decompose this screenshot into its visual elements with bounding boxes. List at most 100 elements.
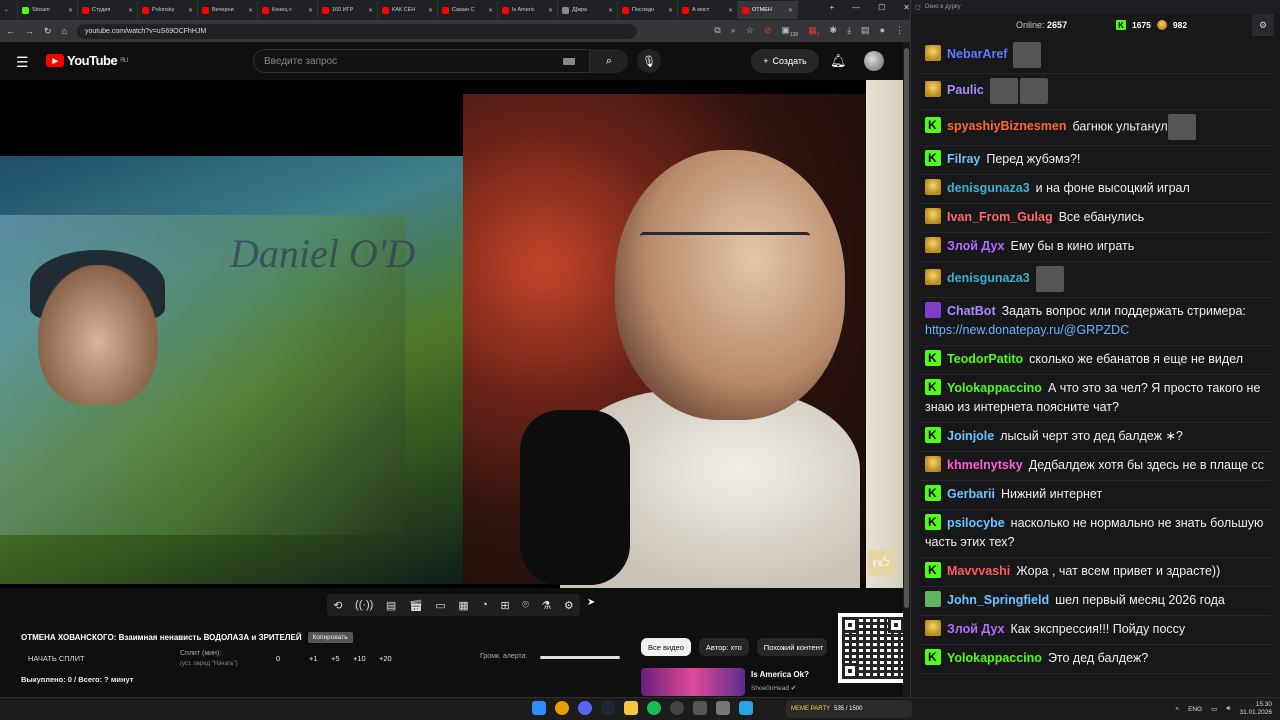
tab-close-icon[interactable]: ✕	[128, 7, 133, 14]
home-icon[interactable]: ⌂	[62, 26, 67, 36]
tab-close-icon[interactable]: ✕	[488, 7, 493, 14]
chat-username[interactable]: NebarAref	[947, 47, 1007, 61]
search-input[interactable]: Введите запрос	[253, 49, 590, 73]
close-window-button[interactable]: ✕	[903, 3, 910, 12]
browser-tab[interactable]: Конец с ✕	[258, 1, 318, 19]
browser-tab[interactable]: 160 ИГР ✕	[318, 1, 378, 19]
chat-username[interactable]: Filray	[947, 152, 980, 166]
start-split-button[interactable]: НАЧАТЬ СПЛИТ	[28, 654, 85, 663]
chrome-icon[interactable]	[555, 701, 569, 715]
chip-author[interactable]: Автор: хто	[698, 638, 749, 656]
tab-close-icon[interactable]: ✕	[308, 7, 313, 14]
extension-c-icon[interactable]: ▦0	[808, 25, 819, 38]
settings-gear-icon[interactable]: ⚙	[564, 599, 574, 612]
tab-close-icon[interactable]: ✕	[788, 7, 793, 14]
discord-icon[interactable]	[578, 701, 592, 715]
split-plus-1-button[interactable]: +1	[309, 654, 318, 663]
split-plus-5-button[interactable]: +5	[331, 654, 340, 663]
clapper-icon[interactable]: 🎬︎	[409, 599, 423, 612]
back-icon[interactable]: ←	[6, 26, 15, 36]
broadcast-icon[interactable]: ((·))	[355, 599, 373, 611]
tab-close-icon[interactable]: ✕	[608, 7, 613, 14]
chat-username[interactable]: psilocybe	[947, 516, 1005, 530]
bookmark-star-icon[interactable]: ☆	[746, 25, 754, 38]
chat-username[interactable]: ChatBot	[947, 304, 996, 318]
tab-close-icon[interactable]: ✕	[548, 7, 553, 14]
chat-username[interactable]: denisgunaza3	[947, 181, 1030, 195]
chat-username[interactable]: denisgunaza3	[947, 271, 1030, 285]
add-box-icon[interactable]: ⊞	[500, 599, 509, 612]
split-value-0[interactable]: 0	[276, 654, 280, 663]
menu-dots-icon[interactable]: ⋮	[895, 25, 904, 38]
browser-tab[interactable]: Д[жра ✕	[558, 1, 618, 19]
browser-tab[interactable]: Студия ✕	[78, 1, 138, 19]
zoom-icon[interactable]: ⌕	[731, 25, 736, 38]
reload-icon[interactable]: ↻	[44, 26, 52, 37]
browser-tab[interactable]: Polonsky ✕	[138, 1, 198, 19]
spotify-icon[interactable]	[647, 701, 661, 715]
windows-start-icon[interactable]	[532, 701, 546, 715]
download-icon[interactable]: ⤓	[847, 25, 851, 38]
chat-username[interactable]: Yolokappaccino	[947, 381, 1042, 395]
chat-username[interactable]: Злой Дух	[947, 239, 1005, 253]
extension-b-icon[interactable]: ▣138	[781, 25, 798, 38]
chat-username[interactable]: Злой Дух	[947, 622, 1005, 636]
profile-icon[interactable]: ●	[880, 25, 885, 38]
chat-username[interactable]: khmelnytsky	[947, 458, 1023, 472]
app-icon[interactable]	[693, 701, 707, 715]
keyboard-icon[interactable]	[563, 58, 575, 65]
chat-settings-button[interactable]: ⚙	[1252, 14, 1274, 36]
volume-icon[interactable]: 🔊︎	[1226, 705, 1230, 713]
folder-icon[interactable]	[624, 701, 638, 715]
tab-close-icon[interactable]: ✕	[248, 7, 253, 14]
notifications-bell-icon[interactable]: 🔔︎	[830, 53, 847, 69]
browser-tab[interactable]: А мост ✕	[678, 1, 738, 19]
speed-icon[interactable]: ◔	[481, 599, 488, 611]
browser-tab[interactable]: КАК СЕН ✕	[378, 1, 438, 19]
browser-tab[interactable]: Stream ✕	[18, 1, 78, 19]
split-plus-20-button[interactable]: +20	[379, 654, 392, 663]
chat-username[interactable]: Yolokappaccino	[947, 651, 1042, 665]
page-scrollbar-thumb[interactable]	[904, 48, 909, 608]
chat-username[interactable]: spyashiyBiznesmen	[947, 119, 1067, 133]
alert-volume-slider[interactable]	[540, 656, 620, 659]
avatar[interactable]	[864, 51, 884, 71]
chat-username[interactable]: Gerbarii	[947, 487, 995, 501]
tab-close-icon[interactable]: ✕	[188, 7, 193, 14]
create-button[interactable]: + Создать	[751, 49, 819, 73]
voice-search-button[interactable]: 🎙︎	[637, 49, 661, 73]
browser-tab[interactable]: Самая С ✕	[438, 1, 498, 19]
new-tab-button[interactable]: +	[829, 3, 834, 12]
tab-close-icon[interactable]: ✕	[668, 7, 673, 14]
tray-chevron-icon[interactable]: ˄	[1175, 706, 1179, 713]
tab-close-icon[interactable]: ✕	[428, 7, 433, 14]
url-field[interactable]: youtube.com/watch?v=uS69OCFhHJM	[76, 23, 637, 39]
video-player[interactable]: Daniel O'D 👍︎	[0, 80, 903, 588]
tab-close-icon[interactable]: ✕	[728, 7, 733, 14]
tab-list-button[interactable]: ⌄	[0, 1, 18, 19]
clock[interactable]: 15:30 31.01.2026	[1239, 701, 1272, 717]
network-icon[interactable]: ▭	[1211, 705, 1217, 713]
pip-icon[interactable]: ▭	[435, 599, 445, 612]
steam-icon[interactable]	[601, 701, 615, 715]
chat-username[interactable]: Paulic	[947, 83, 984, 97]
obs-icon[interactable]	[670, 701, 684, 715]
related-video-thumbnail[interactable]	[641, 668, 745, 696]
app-icon[interactable]	[716, 701, 730, 715]
chip-similar[interactable]: Похожий контент	[756, 638, 827, 656]
tab-close-icon[interactable]: ✕	[368, 7, 373, 14]
split-plus-10-button[interactable]: +10	[353, 654, 366, 663]
loop-icon[interactable]: ⟲	[333, 599, 342, 612]
flask-icon[interactable]: ⚗	[541, 599, 551, 612]
minimize-button[interactable]: —	[852, 3, 860, 12]
browser-tab[interactable]: ОТМЕН ✕	[738, 1, 798, 19]
chat-username[interactable]: Mavvvashi	[947, 564, 1010, 578]
related-video-title[interactable]: Is America Ok?	[751, 670, 809, 679]
browser-tab[interactable]: Вечерни ✕	[198, 1, 258, 19]
copy-title-button[interactable]: Копировать	[307, 632, 353, 643]
tab-close-icon[interactable]: ✕	[68, 7, 73, 14]
youtube-logo[interactable]: ▶ YouTube RU	[46, 53, 128, 68]
language-indicator[interactable]: ENG	[1188, 706, 1202, 713]
related-video-channel[interactable]: Shoe0nHead ✔	[751, 684, 796, 692]
chat-username[interactable]: Joinjole	[947, 429, 994, 443]
